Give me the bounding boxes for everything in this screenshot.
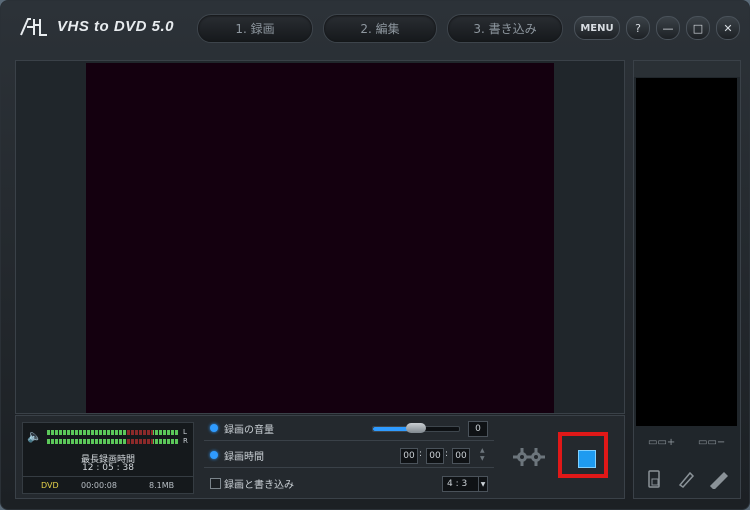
volume-label: 録画の音量 [224,425,274,436]
tab-burn[interactable]: 3. 書き込み [447,14,563,43]
max-record-time-value: 12 : 05 : 38 [82,463,134,473]
spin-down-icon[interactable]: ▼ [480,455,485,462]
channel-left-label: L [183,428,187,436]
app-logo: VHS to DVD 5.0 [19,15,174,37]
record-write-label: 録画と書き込み [224,480,294,491]
seconds-field[interactable]: 00 [452,448,470,464]
divider [23,476,193,477]
minimize-button[interactable]: — [656,16,680,40]
minutes-field[interactable]: 00 [426,448,444,464]
volume-value[interactable]: 0 [468,421,488,437]
level-bar-right [47,439,179,444]
volume-slider-knob[interactable] [406,423,426,433]
settings-gear-icon[interactable] [512,447,546,467]
channel-right-label: R [183,437,188,445]
tab-edit[interactable]: 2. 編集 [323,14,437,43]
record-write-row: 録画と書き込み 4 : 3 ▼ [204,471,494,495]
record-write-checkbox[interactable] [210,478,221,489]
app-title: VHS to DVD 5.0 [57,17,175,35]
maximize-button[interactable]: □ [686,16,710,40]
file-size: 8.1MB [149,481,175,490]
time-separator: : [445,449,449,459]
speaker-icon[interactable]: 🔈 [27,429,42,443]
video-preview [86,63,554,413]
title-bar: VHS to DVD 5.0 1. 録画 2. 編集 3. 書き込み MENU … [1,1,749,53]
close-button[interactable]: ✕ [716,16,740,40]
window-controls: MENU ? — □ ✕ [574,16,740,40]
side-panel: ▭▭+ ▭▭− [633,60,741,499]
remove-clip-button[interactable]: ▭▭− [698,437,725,448]
preview-area [15,60,625,414]
clip-list[interactable] [636,78,737,426]
app-window: VHS to DVD 5.0 1. 録画 2. 編集 3. 書き込み MENU … [0,0,750,510]
device-icon[interactable] [646,469,662,489]
side-panel-header [634,61,740,77]
level-bar-left [47,430,179,435]
usb-icon[interactable] [708,469,728,489]
volume-row: 録画の音量 0 [204,416,494,441]
control-panel: 🔈 L R 最長録画時間 12 : 05 : 38 DVD 00:00:08 8… [15,415,625,499]
aspect-dropdown-icon[interactable]: ▼ [478,476,488,492]
record-button-highlight [558,432,608,478]
audio-meter-panel: 🔈 L R 最長録画時間 12 : 05 : 38 DVD 00:00:08 8… [22,422,194,494]
volume-indicator-icon [210,424,218,432]
add-clip-button[interactable]: ▭▭+ [648,437,675,448]
level-peak-right [127,439,153,444]
format-label: DVD [41,481,59,490]
spin-up-icon[interactable]: ▲ [480,447,485,454]
stop-button[interactable] [578,450,596,468]
help-button[interactable]: ? [626,16,650,40]
level-peak-left [127,430,153,435]
duration-row: 録画時間 00 : 00 : 00 ▲ ▼ [204,443,494,468]
volume-slider[interactable] [372,423,460,433]
time-separator: : [419,449,423,459]
disc-label-icon[interactable] [676,469,696,489]
menu-button[interactable]: MENU [574,16,620,40]
aspect-select[interactable]: 4 : 3 [442,476,482,492]
duration-label: 録画時間 [224,452,264,463]
tab-record[interactable]: 1. 録画 [197,14,313,43]
duration-indicator-icon [210,451,218,459]
main-tabs: 1. 録画 2. 編集 3. 書き込み [197,14,563,43]
elapsed-time: 00:00:08 [81,481,117,490]
hours-field[interactable]: 00 [400,448,418,464]
logo-icon [20,18,47,36]
